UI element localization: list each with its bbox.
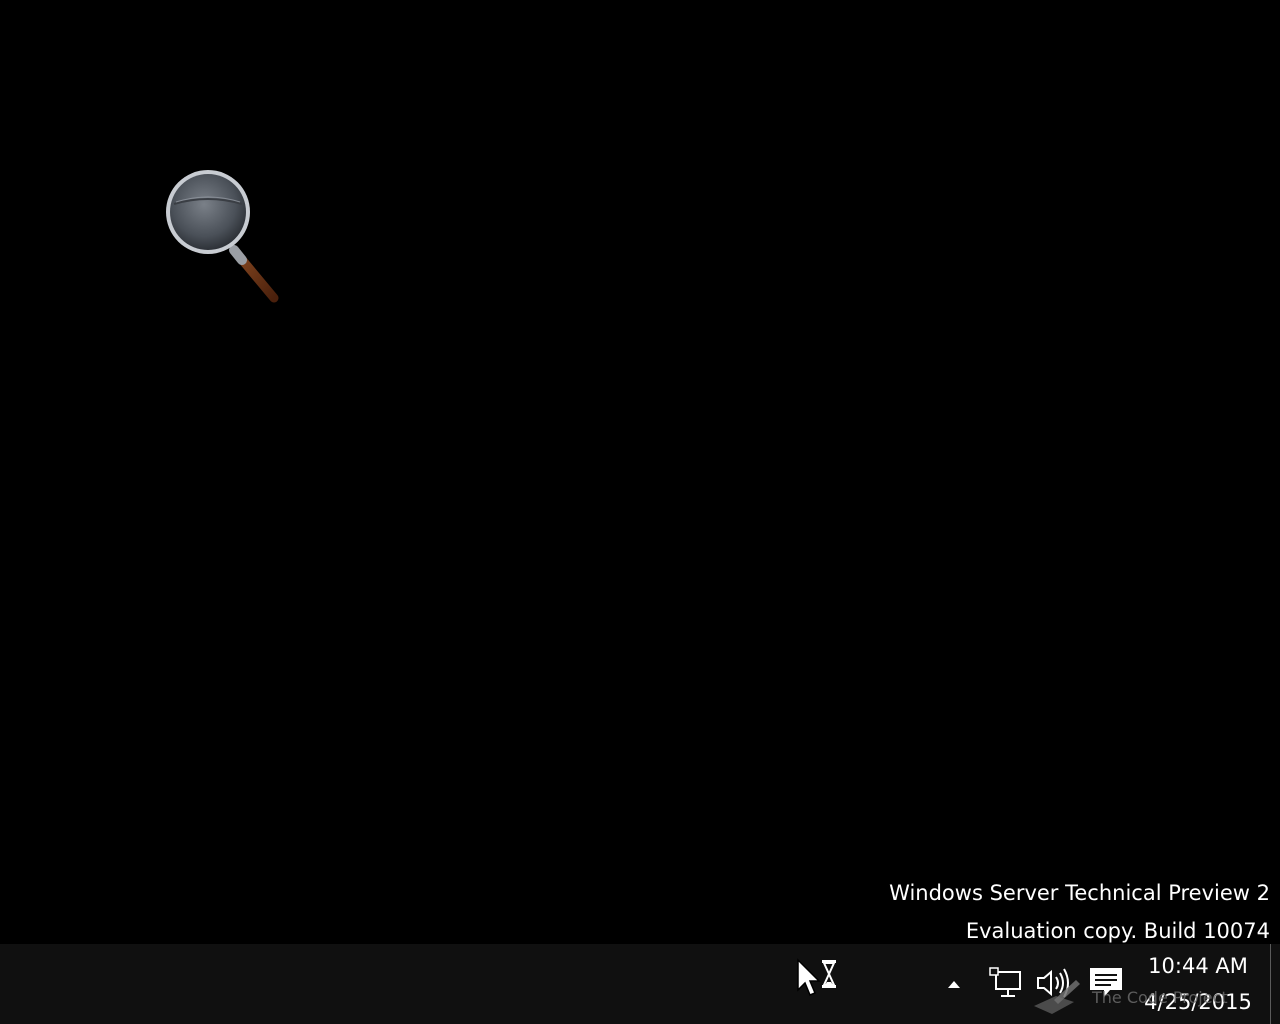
volume-icon[interactable]: [1034, 964, 1074, 1002]
windows-watermark: Windows Server Technical Preview 2 Evalu…: [889, 874, 1270, 950]
desktop[interactable]: Windows Server Technical Preview 2 Evalu…: [0, 0, 1280, 944]
taskbar-clock[interactable]: 10:44 AM 4/25/2015: [1136, 948, 1260, 1020]
busy-cursor-icon: [792, 956, 842, 1002]
chevron-up-icon[interactable]: [940, 966, 968, 1002]
show-desktop-button[interactable]: [1270, 944, 1280, 1024]
taskbar[interactable]: 10:44 AM 4/25/2015 The Code Project: [0, 944, 1280, 1024]
magnifier-icon[interactable]: [160, 164, 284, 308]
clock-time: 10:44 AM: [1148, 954, 1248, 978]
notification-icon[interactable]: [1084, 964, 1128, 1002]
network-icon[interactable]: [986, 964, 1026, 1002]
watermark-line-1: Windows Server Technical Preview 2: [889, 881, 1270, 905]
clock-date: 4/25/2015: [1144, 990, 1252, 1014]
